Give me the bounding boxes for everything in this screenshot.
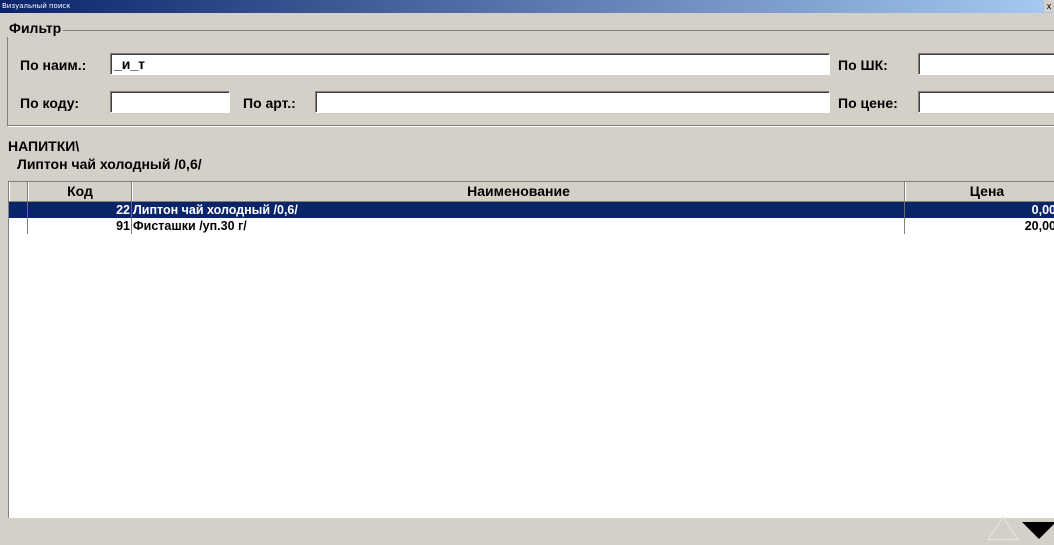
article-filter-label: По арт.: bbox=[243, 95, 296, 111]
row-code: 91 bbox=[28, 218, 132, 234]
table-header: Код Наименование Цена bbox=[9, 182, 1054, 202]
current-item-path: Липтон чай холодный /0,6/ bbox=[17, 156, 202, 172]
header-indicator-cell bbox=[9, 182, 28, 201]
price-filter-input[interactable] bbox=[918, 91, 1054, 113]
name-filter-input[interactable] bbox=[110, 53, 830, 75]
price-filter-label: По цене: bbox=[838, 95, 898, 111]
article-filter-input[interactable] bbox=[315, 91, 830, 113]
row-price: 0,00 bbox=[905, 202, 1054, 218]
bottom-bar bbox=[0, 518, 1054, 545]
results-table[interactable]: Код Наименование Цена 22 Липтон чай холо… bbox=[8, 181, 1054, 519]
header-price[interactable]: Цена bbox=[905, 182, 1054, 201]
row-indicator bbox=[9, 218, 28, 234]
row-code: 22 bbox=[28, 202, 132, 218]
triangle-up-icon-face bbox=[989, 518, 1017, 539]
title-bar: Визуальный поиск x bbox=[0, 0, 1054, 13]
barcode-filter-label: По ШК: bbox=[838, 57, 888, 73]
header-name[interactable]: Наименование bbox=[132, 182, 905, 201]
filter-legend: Фильтр bbox=[7, 20, 64, 37]
triangle-down-icon[interactable] bbox=[1022, 522, 1054, 539]
window-title: Визуальный поиск bbox=[2, 2, 71, 10]
row-price: 20,00 bbox=[905, 218, 1054, 234]
row-indicator bbox=[9, 202, 28, 218]
table-row[interactable]: 22 Липтон чай холодный /0,6/ 0,00 bbox=[9, 202, 1054, 218]
group-path: НАПИТКИ\ bbox=[8, 138, 80, 154]
row-name: Липтон чай холодный /0,6/ bbox=[132, 202, 905, 218]
barcode-filter-input[interactable] bbox=[918, 53, 1054, 75]
code-filter-input[interactable] bbox=[110, 91, 230, 113]
header-code[interactable]: Код bbox=[28, 182, 132, 201]
code-filter-label: По коду: bbox=[20, 95, 80, 111]
close-icon[interactable]: x bbox=[1044, 0, 1054, 12]
name-filter-label: По наим.: bbox=[20, 57, 87, 73]
table-row[interactable]: 91 Фисташки /уп.30 г/ 20,00 bbox=[9, 218, 1054, 234]
row-name: Фисташки /уп.30 г/ bbox=[132, 218, 905, 234]
